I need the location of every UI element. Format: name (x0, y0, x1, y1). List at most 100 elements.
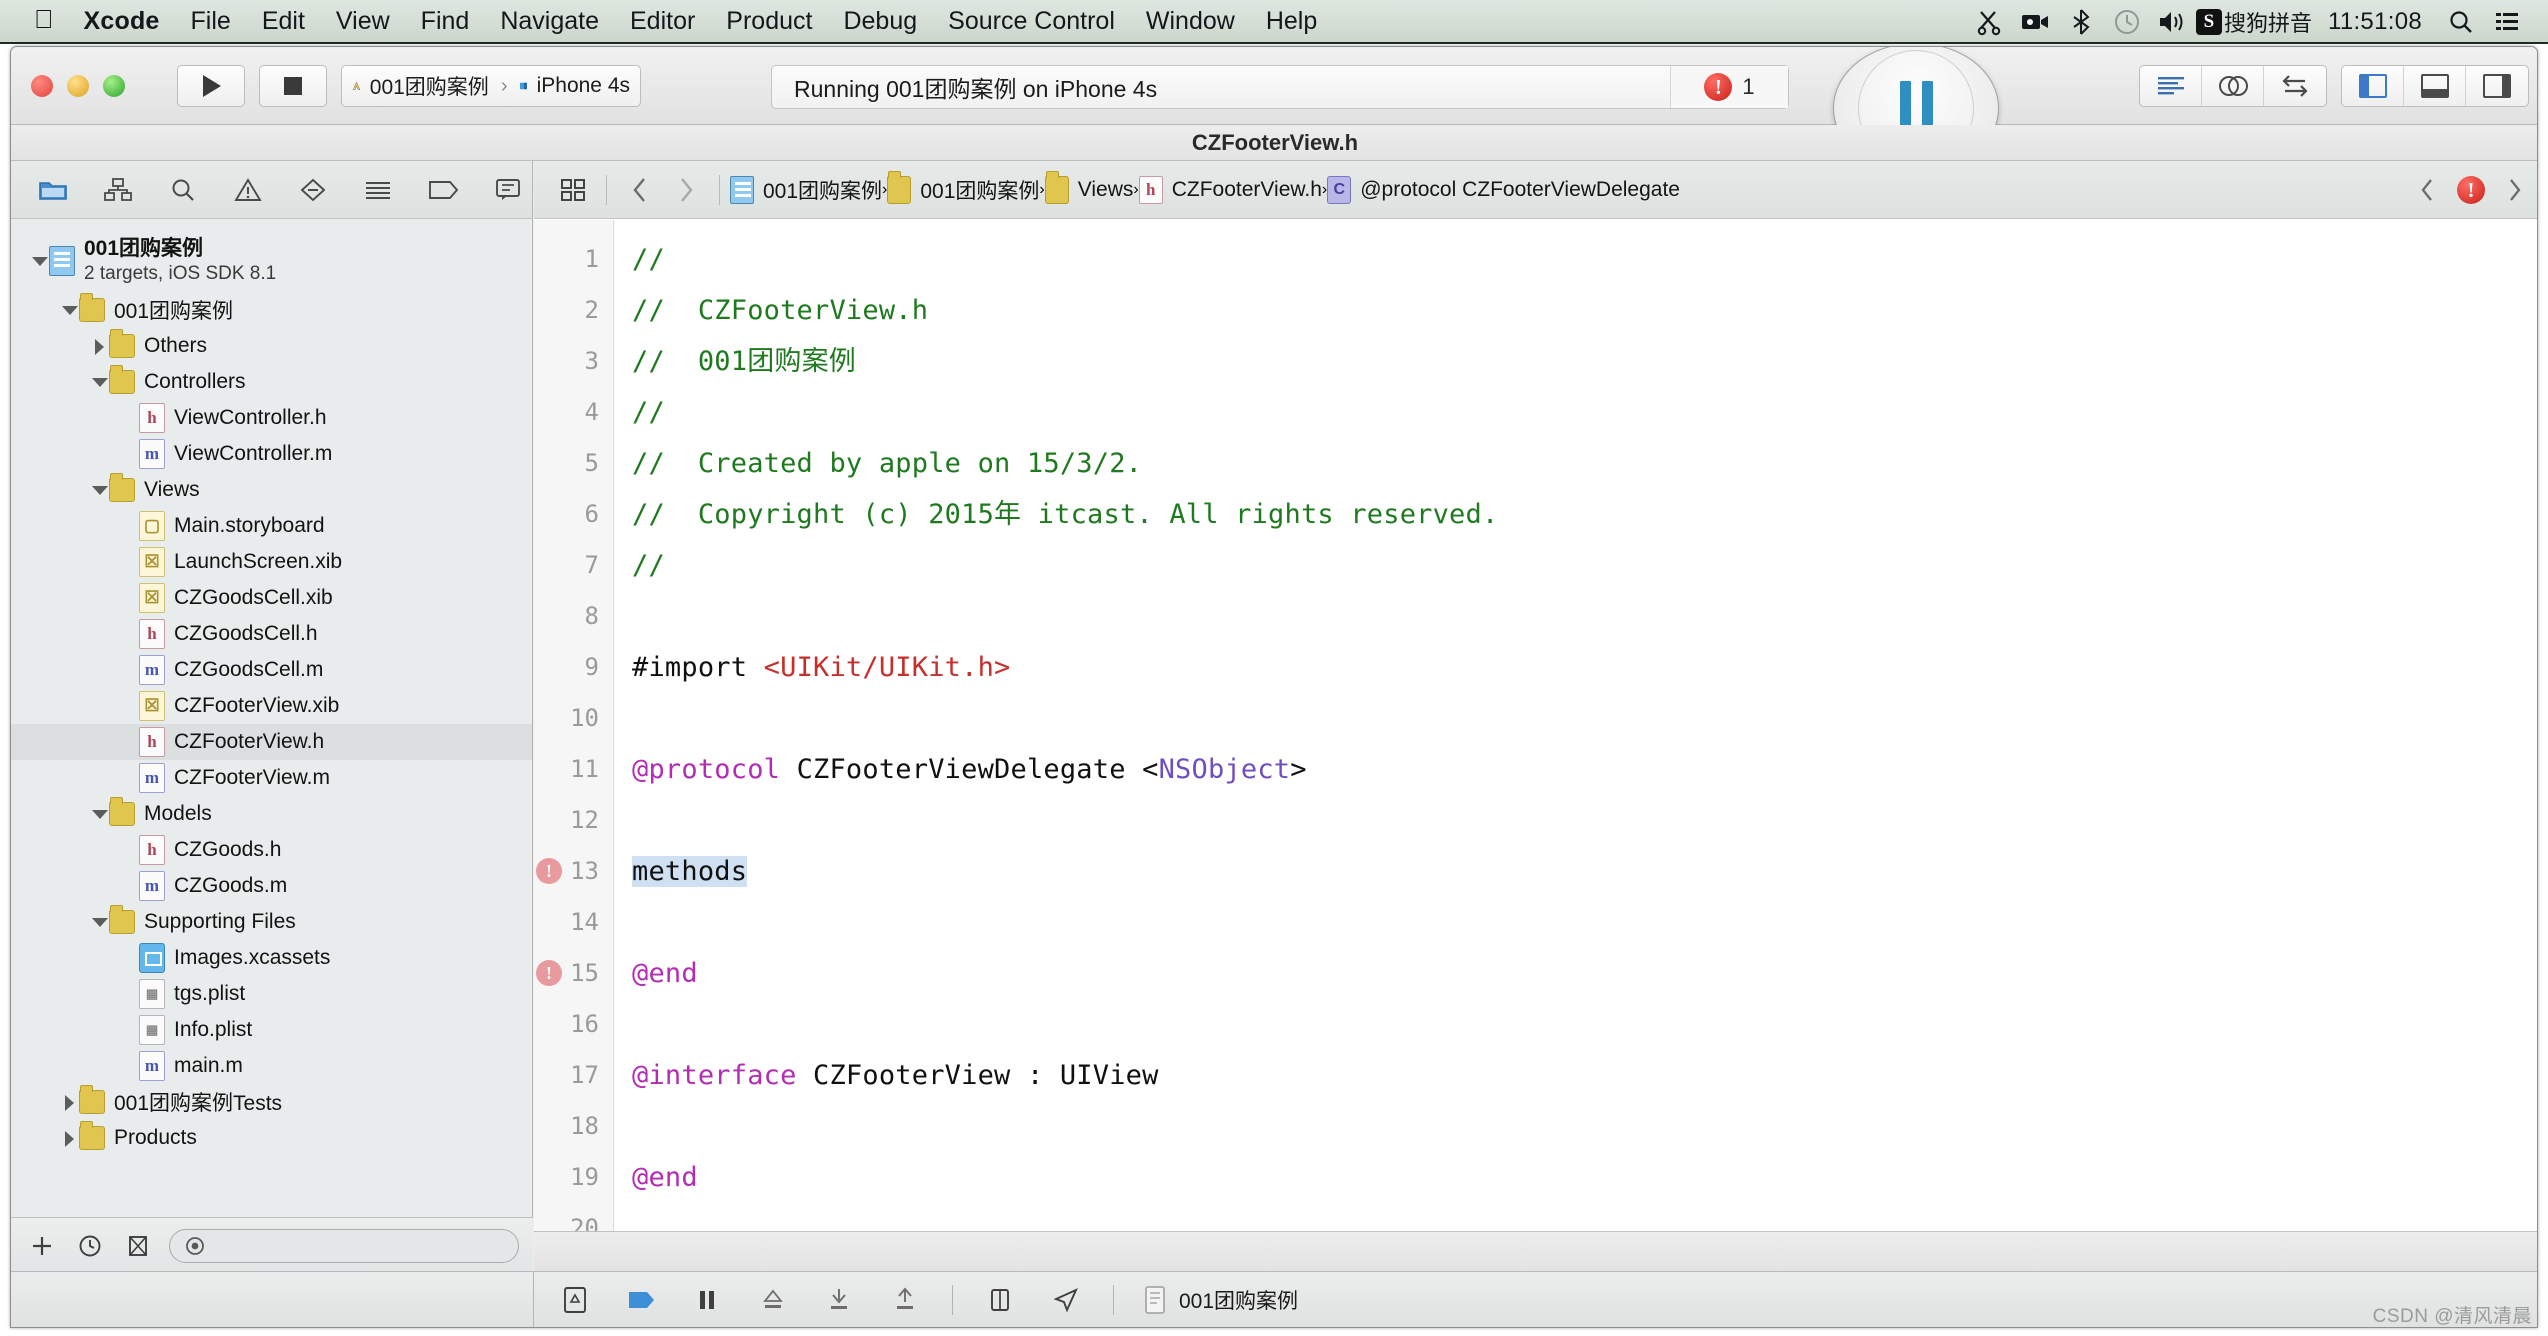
menu-item-product[interactable]: Product (726, 7, 812, 36)
menu-item-find[interactable]: Find (421, 7, 470, 36)
tree-row-project-root[interactable]: 001团购案例 2 targets, iOS SDK 8.1 (11, 230, 532, 292)
tree-row[interactable]: 001团购案例 (11, 292, 532, 328)
tree-row[interactable]: h ViewController.h (11, 400, 532, 436)
scheme-selector[interactable]: 001团购案例 › iPhone 4s (341, 65, 641, 107)
sogou-ime-icon[interactable]: S (2195, 9, 2222, 35)
code-line[interactable] (632, 795, 2537, 846)
forward-chevron-icon[interactable] (663, 170, 709, 210)
code-line[interactable]: // (632, 387, 2537, 438)
line-number[interactable]: 2 (534, 285, 613, 336)
tree-row[interactable]: h CZGoodsCell.h (11, 616, 532, 652)
menu-item-navigate[interactable]: Navigate (500, 7, 599, 36)
line-number[interactable]: 9 (534, 642, 613, 693)
menu-bar-clock[interactable]: 11:51:08 (2328, 8, 2422, 36)
line-number[interactable]: 19 (534, 1152, 613, 1203)
tree-row[interactable]: ☒ CZFooterView.xib (11, 688, 532, 724)
code-line[interactable]: // Created by apple on 15/3/2. (632, 438, 2537, 489)
code-line[interactable] (632, 897, 2537, 948)
symbol-navigator-icon[interactable] (98, 171, 138, 209)
time-machine-icon[interactable] (2104, 0, 2150, 44)
tree-row[interactable]: ☒ LaunchScreen.xib (11, 544, 532, 580)
line-number[interactable]: 5 (534, 438, 613, 489)
run-button[interactable] (177, 65, 245, 107)
navigator-filter-field[interactable] (214, 1234, 488, 1257)
code-line[interactable]: #import <UIKit/UIKit.h> (632, 642, 2537, 693)
code-line[interactable]: @end (632, 1152, 2537, 1203)
next-issue-icon[interactable] (2505, 176, 2525, 204)
debug-panel-icon[interactable] (2404, 66, 2466, 106)
menu-item-file[interactable]: File (191, 7, 231, 36)
code-text[interactable]: // // CZFooterView.h // 001团购案例 // // Create… (614, 220, 2537, 1231)
breakpoint-navigator-icon[interactable] (423, 171, 463, 209)
view-hierarchy-icon[interactable] (981, 1281, 1019, 1319)
menu-item-window[interactable]: Window (1146, 7, 1235, 36)
menu-item-debug[interactable]: Debug (843, 7, 917, 36)
apple-icon[interactable]:  (34, 6, 54, 32)
code-line[interactable]: @end (632, 948, 2537, 999)
hide-debug-area-icon[interactable] (556, 1281, 594, 1319)
error-marker-icon[interactable]: ! (536, 858, 562, 884)
source-control-filter-icon[interactable] (121, 1229, 155, 1263)
code-line[interactable] (632, 591, 2537, 642)
utilities-panel-icon[interactable] (2466, 66, 2528, 106)
simulate-location-icon[interactable] (1047, 1281, 1085, 1319)
disclosure-triangle[interactable] (29, 251, 49, 271)
scissors-icon[interactable] (1966, 0, 2012, 44)
project-navigator-icon[interactable] (33, 171, 73, 209)
issue-summary[interactable]: ! 1 (1670, 66, 1788, 108)
menu-item-view[interactable]: View (336, 7, 390, 36)
breadcrumb-item-views[interactable]: Views (1044, 170, 1133, 204)
line-number[interactable]: 11 (534, 744, 613, 795)
line-number[interactable]: 3 (534, 336, 613, 387)
notification-center-icon[interactable] (2484, 0, 2530, 44)
project-navigator-tree[interactable]: 001团购案例 2 targets, iOS SDK 8.1 001团购案例 Ot… (11, 220, 532, 1273)
disclosure-triangle[interactable] (89, 480, 109, 500)
code-line[interactable]: // 001团购案例 (632, 336, 2537, 387)
continue-pause-icon[interactable] (688, 1281, 726, 1319)
add-icon[interactable] (25, 1229, 59, 1263)
disclosure-triangle[interactable] (89, 912, 109, 932)
line-number[interactable]: 6 (534, 489, 613, 540)
navigator-panel-icon[interactable] (2342, 66, 2404, 106)
disclosure-triangle[interactable] (59, 1092, 79, 1112)
tree-row[interactable]: Views (11, 472, 532, 508)
tree-row[interactable]: Products (11, 1120, 532, 1156)
process-label-group[interactable]: 001团购案例 (1142, 1285, 1298, 1315)
breadcrumb-item-symbol[interactable]: C @protocol CZFooterViewDelegate (1327, 175, 1680, 204)
assistant-editor-icon[interactable] (2202, 66, 2264, 106)
breadcrumb-item-project[interactable]: 001团购案例 (730, 175, 882, 205)
version-editor-icon[interactable] (2264, 66, 2326, 106)
code-line[interactable] (632, 1101, 2537, 1152)
line-number[interactable]: 18 (534, 1101, 613, 1152)
tree-row[interactable]: m CZGoodsCell.m (11, 652, 532, 688)
breadcrumb-item-group[interactable]: 001团购案例 (887, 170, 1039, 205)
breadcrumb-item-file[interactable]: h CZFooterView.h (1138, 175, 1322, 204)
tree-row[interactable]: Models (11, 796, 532, 832)
test-navigator-icon[interactable] (293, 171, 333, 209)
stop-button[interactable] (259, 65, 327, 107)
back-chevron-icon[interactable] (617, 170, 663, 210)
line-number[interactable]: 8 (534, 591, 613, 642)
report-navigator-icon[interactable] (488, 171, 528, 209)
line-number[interactable]: ! 13 (534, 846, 613, 897)
disclosure-triangle[interactable] (89, 336, 109, 356)
menu-item-editor[interactable]: Editor (630, 7, 695, 36)
line-number[interactable]: 7 (534, 540, 613, 591)
tree-row[interactable]: ▦ tgs.plist (11, 976, 532, 1012)
issue-error-icon[interactable]: ! (2457, 176, 2485, 204)
tree-row[interactable]: ▢ Main.storyboard (11, 508, 532, 544)
disclosure-triangle[interactable] (89, 804, 109, 824)
line-number[interactable]: 16 (534, 999, 613, 1050)
error-marker-icon[interactable]: ! (536, 960, 562, 986)
debug-navigator-icon[interactable] (358, 171, 398, 209)
code-line[interactable]: // Copyright (c) 2015年 itcast. All right… (632, 489, 2537, 540)
code-line[interactable]: @protocol CZFooterViewDelegate <NSObject… (632, 744, 2537, 795)
line-number[interactable]: 1 (534, 234, 613, 285)
tree-row[interactable]: ☒ CZGoodsCell.xib (11, 580, 532, 616)
recent-files-icon[interactable] (73, 1229, 107, 1263)
code-line[interactable]: // CZFooterView.h (632, 285, 2537, 336)
step-into-icon[interactable] (820, 1281, 858, 1319)
tree-row[interactable]: m CZGoods.m (11, 868, 532, 904)
code-line[interactable]: // (632, 234, 2537, 285)
menu-item-xcode[interactable]: Xcode (84, 7, 160, 36)
